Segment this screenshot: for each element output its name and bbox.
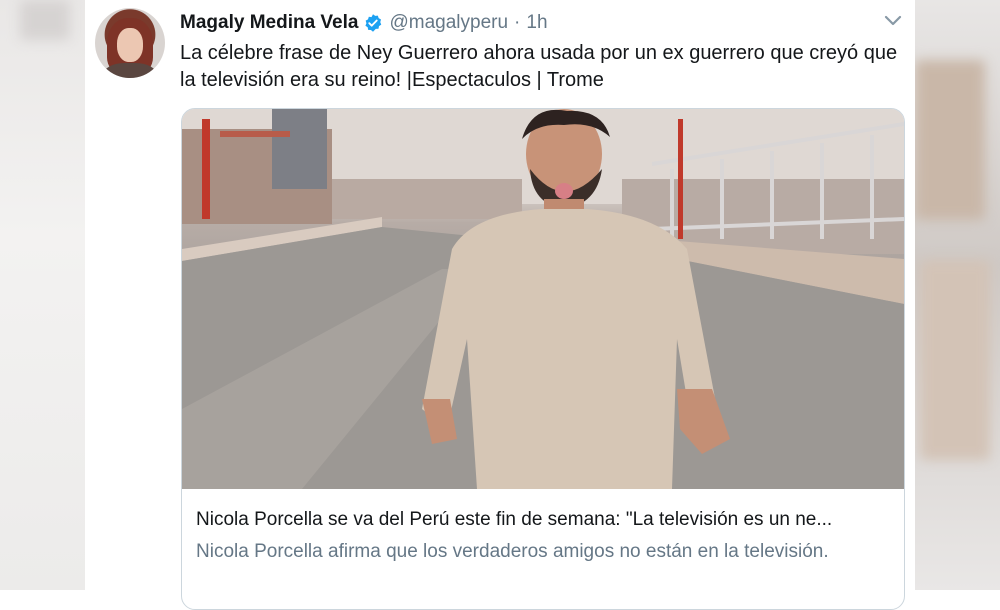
tweet-header: Magaly Medina Vela @magalyperu · 1h	[180, 10, 905, 36]
author-handle[interactable]: @magalyperu	[389, 12, 508, 34]
tweet-text: La célebre frase de Ney Guerrero ahora u…	[180, 42, 898, 91]
avatar[interactable]	[95, 8, 165, 78]
blurred-right-margin	[905, 0, 1000, 590]
separator-dot: ·	[514, 12, 521, 33]
verified-badge-icon	[363, 13, 383, 33]
link-card[interactable]: Nicola Porcella se va del Perú este fin …	[181, 108, 905, 610]
card-title[interactable]: Nicola Porcella se va del Perú este fin …	[196, 509, 896, 531]
card-description: Nicola Porcella afirma que los verdadero…	[196, 541, 829, 562]
tweet-timestamp[interactable]: 1h	[526, 12, 547, 34]
chevron-down-icon[interactable]	[883, 14, 903, 28]
card-image[interactable]	[182, 109, 904, 489]
blurred-left-margin	[0, 0, 85, 590]
tweet[interactable]: Magaly Medina Vela @magalyperu · 1h La c…	[85, 0, 915, 610]
author-name[interactable]: Magaly Medina Vela	[180, 12, 358, 34]
